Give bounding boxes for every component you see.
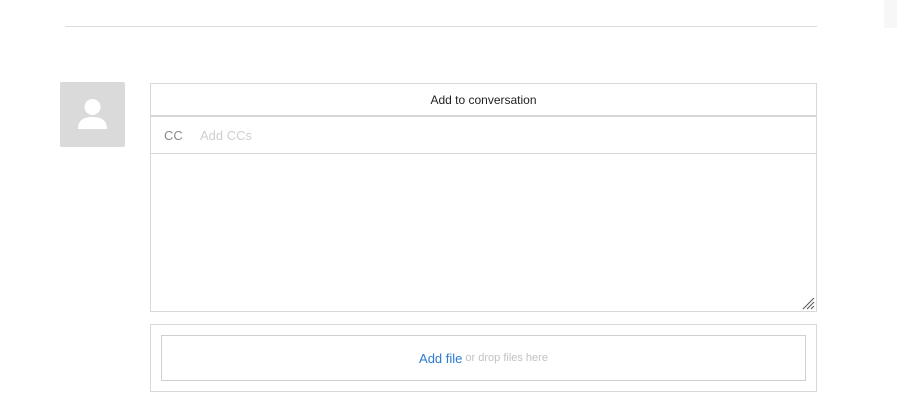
message-body: [150, 153, 817, 312]
scrollbar-stub: [884, 0, 897, 28]
attachments-panel: Add file or drop files here: [150, 324, 817, 392]
resize-handle-icon[interactable]: [801, 296, 815, 310]
add-file-link[interactable]: Add file: [419, 351, 462, 366]
avatar: [60, 82, 125, 147]
cc-label: CC: [164, 127, 183, 143]
cc-field-row: CC: [150, 116, 817, 154]
drop-files-hint: or drop files here: [465, 352, 548, 364]
cc-input[interactable]: [200, 127, 800, 143]
add-to-conversation-label: Add to conversation: [430, 92, 537, 107]
reply-composer-page: Add to conversation CC Add file or drop …: [0, 0, 897, 409]
add-to-conversation-button[interactable]: Add to conversation: [150, 83, 817, 116]
message-textarea[interactable]: [151, 153, 816, 311]
user-silhouette-icon: [78, 99, 107, 129]
file-dropzone[interactable]: Add file or drop files here: [161, 335, 806, 381]
section-divider: [65, 26, 817, 27]
